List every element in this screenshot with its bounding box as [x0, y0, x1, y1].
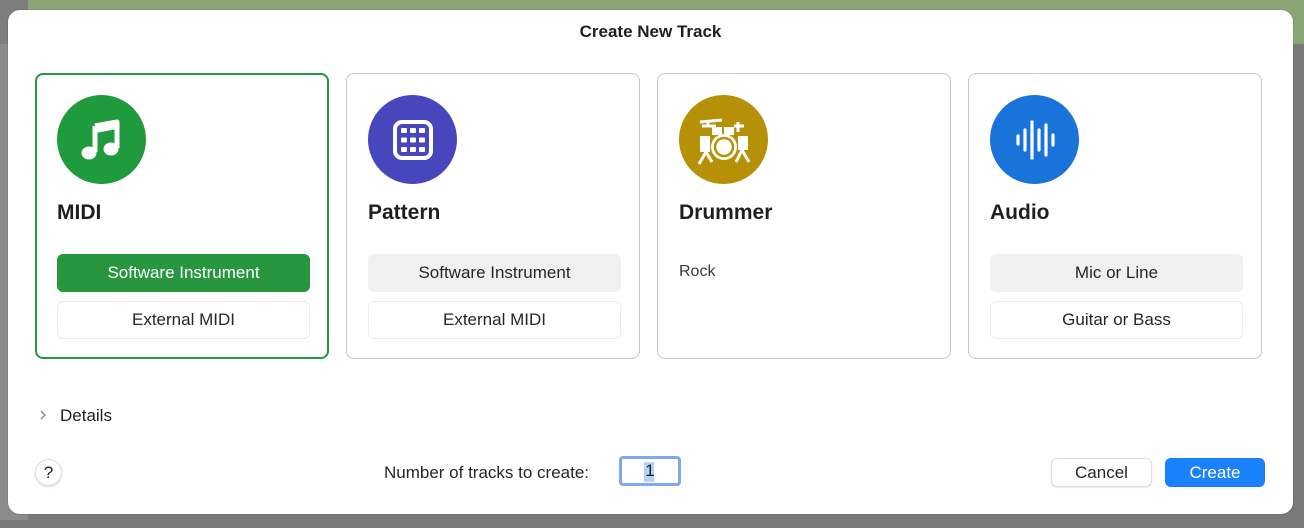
pattern-external-midi-button[interactable]: External MIDI: [368, 301, 621, 339]
card-title-pattern: Pattern: [368, 201, 441, 224]
card-title-midi: MIDI: [57, 201, 102, 224]
dialog-title: Create New Track: [579, 22, 722, 41]
drummer-genre-label: Rock: [679, 263, 716, 280]
card-title-drummer: Drummer: [679, 201, 773, 224]
grid-pad-icon: [368, 95, 457, 184]
create-new-track-dialog: Create New Track MIDI Software Instrumen…: [8, 10, 1293, 514]
track-count-value[interactable]: 1: [619, 456, 681, 486]
track-type-card-midi[interactable]: MIDI Software Instrument External MIDI: [35, 73, 329, 359]
audio-mic-or-line-button[interactable]: Mic or Line: [990, 254, 1243, 292]
background-window-bottom: [0, 520, 1304, 528]
card-title-audio: Audio: [990, 201, 1050, 224]
track-type-card-pattern[interactable]: Pattern Software Instrument External MID…: [346, 73, 640, 359]
music-note-icon: [57, 95, 146, 184]
waveform-icon: [990, 95, 1079, 184]
chevron-right-icon: [38, 408, 52, 424]
create-button[interactable]: Create: [1165, 458, 1265, 487]
help-button[interactable]: ?: [35, 459, 62, 486]
track-type-card-audio[interactable]: Audio Mic or Line Guitar or Bass: [968, 73, 1262, 359]
pattern-software-instrument-button[interactable]: Software Instrument: [368, 254, 621, 292]
track-count-label: Number of tracks to create:: [384, 463, 590, 482]
cancel-button[interactable]: Cancel: [1051, 458, 1152, 487]
details-label: Details: [60, 406, 112, 425]
track-type-card-drummer[interactable]: Drummer Rock: [657, 73, 951, 359]
midi-external-midi-button[interactable]: External MIDI: [57, 301, 310, 339]
midi-software-instrument-button[interactable]: Software Instrument: [57, 254, 310, 292]
drum-kit-icon: [679, 95, 768, 184]
audio-guitar-or-bass-button[interactable]: Guitar or Bass: [990, 301, 1243, 339]
details-disclosure[interactable]: Details: [38, 406, 112, 426]
